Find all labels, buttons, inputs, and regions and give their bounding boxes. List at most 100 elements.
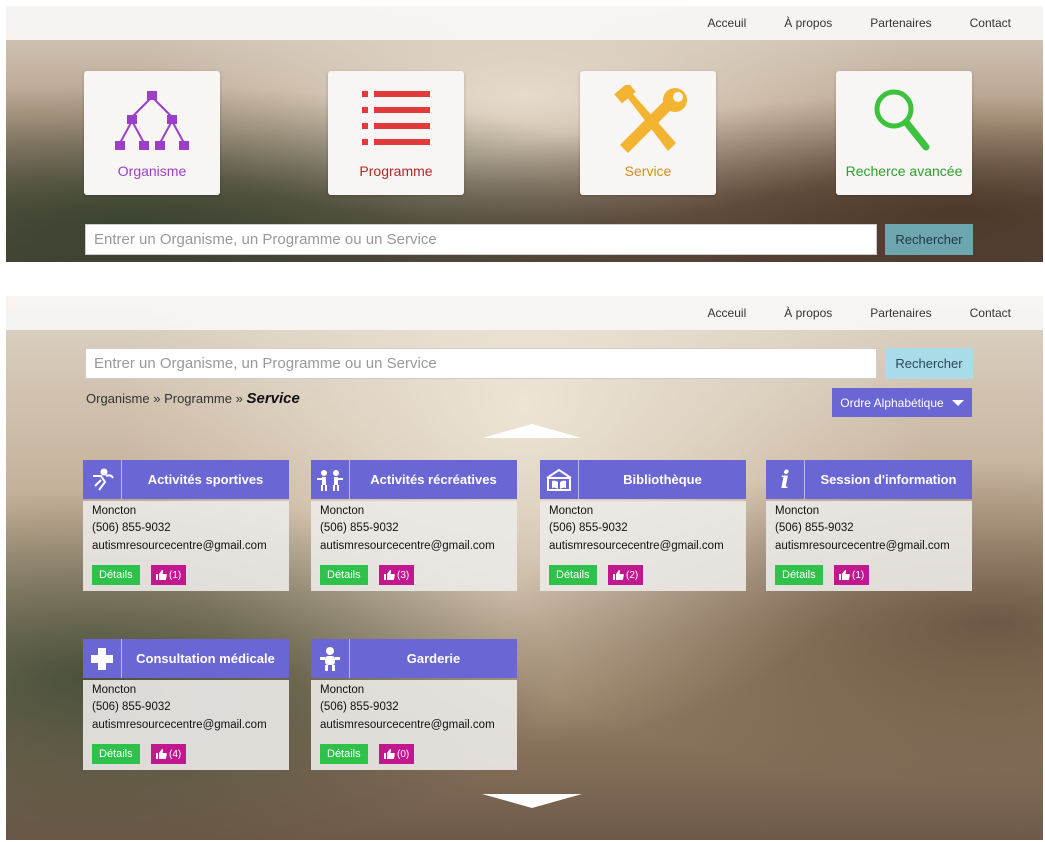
like-button[interactable]: (3) <box>379 565 415 585</box>
service-city: Moncton <box>320 684 365 696</box>
nav-a-propos[interactable]: À propos <box>784 306 832 320</box>
breadcrumb-current-service: Service <box>246 390 300 407</box>
results-search-input[interactable] <box>85 348 877 379</box>
service-email: autismresourcecentre@gmail.com <box>92 540 267 552</box>
service-title: Activités récréatives <box>370 472 497 487</box>
like-button[interactable]: (1) <box>151 565 187 585</box>
nav-contact[interactable]: Contact <box>970 306 1011 320</box>
caret-down-icon <box>951 399 964 406</box>
breadcrumb-separator: » <box>235 391 243 406</box>
nav-a-propos[interactable]: À propos <box>784 16 832 30</box>
home-search-input[interactable] <box>85 224 877 255</box>
service-phone: (506) 855-9032 <box>775 522 854 534</box>
service-city: Moncton <box>775 505 820 517</box>
service-city: Moncton <box>549 505 594 517</box>
category-programme-card[interactable]: Programme <box>328 71 464 195</box>
service-card-header[interactable]: Bibliothèque <box>540 460 746 499</box>
details-button[interactable]: Détails <box>320 565 368 585</box>
service-title: Bibliothèque <box>623 472 702 487</box>
details-button[interactable]: Détails <box>549 565 597 585</box>
baby-icon <box>311 639 350 678</box>
service-email: autismresourcecentre@gmail.com <box>320 540 495 552</box>
service-card: Consultation médicale Moncton (506) 855-… <box>83 639 289 770</box>
nav-partenaires[interactable]: Partenaires <box>870 306 931 320</box>
nav-partenaires[interactable]: Partenaires <box>870 16 931 30</box>
category-service-label: Service <box>624 163 672 179</box>
home-screen: Acceuil À propos Partenaires Contact Org… <box>6 6 1043 262</box>
like-button[interactable]: (2) <box>608 565 644 585</box>
service-phone: (506) 855-9032 <box>92 522 171 534</box>
service-card-body: Moncton (506) 855-9032 autismresourcecen… <box>83 501 289 591</box>
like-count: (3) <box>397 569 410 581</box>
category-organisme-label: Organisme <box>117 163 187 179</box>
medical-cross-icon <box>83 639 122 678</box>
results-screen: Acceuil À propos Partenaires Contact Rec… <box>6 296 1043 840</box>
service-city: Moncton <box>92 684 137 696</box>
magnifier-icon <box>874 89 930 151</box>
library-icon <box>540 460 579 499</box>
scroll-down-arrow-icon[interactable] <box>482 794 582 808</box>
details-button[interactable]: Détails <box>320 744 368 764</box>
details-button[interactable]: Détails <box>92 565 140 585</box>
service-phone: (506) 855-9032 <box>92 701 171 713</box>
service-title: Session d'information <box>820 472 957 487</box>
thumbs-up-icon <box>839 570 850 580</box>
category-organisme-card[interactable]: Organisme <box>84 71 220 195</box>
service-card: i Session d'information Moncton (506) 85… <box>766 460 972 591</box>
nav-acceuil[interactable]: Acceuil <box>708 306 747 320</box>
service-city: Moncton <box>320 505 365 517</box>
breadcrumb-programme[interactable]: Programme <box>164 391 232 406</box>
thumbs-up-icon <box>613 570 624 580</box>
service-phone: (506) 855-9032 <box>549 522 628 534</box>
tools-icon <box>614 85 687 153</box>
like-count: (1) <box>169 569 182 581</box>
service-card: Activités sportives Moncton (506) 855-90… <box>83 460 289 591</box>
thumbs-up-icon <box>156 749 167 759</box>
breadcrumb-organisme[interactable]: Organisme <box>86 391 150 406</box>
results-search-bar: Rechercher <box>85 348 973 381</box>
details-button[interactable]: Détails <box>92 744 140 764</box>
results-search-button[interactable]: Rechercher <box>885 348 973 379</box>
service-card: Activités récréatives Moncton (506) 855-… <box>311 460 517 591</box>
category-programme-label: Programme <box>359 163 433 179</box>
service-card-body: Moncton (506) 855-9032 autismresourcecen… <box>311 501 517 591</box>
like-button[interactable]: (1) <box>834 565 870 585</box>
top-navigation: Acceuil À propos Partenaires Contact <box>6 6 1043 40</box>
service-card-header[interactable]: i Session d'information <box>766 460 972 499</box>
nav-contact[interactable]: Contact <box>970 16 1011 30</box>
like-button[interactable]: (4) <box>151 744 187 764</box>
like-button[interactable]: (0) <box>379 744 415 764</box>
list-icon <box>362 91 430 145</box>
service-title: Garderie <box>406 651 461 666</box>
thumbs-up-icon <box>384 570 395 580</box>
thumbs-up-icon <box>156 570 167 580</box>
like-count: (0) <box>397 748 410 760</box>
sort-dropdown[interactable]: Ordre Alphabétique <box>832 388 972 417</box>
like-count: (2) <box>626 569 639 581</box>
like-count: (4) <box>169 748 182 760</box>
nav-acceuil[interactable]: Acceuil <box>708 16 747 30</box>
service-card-header[interactable]: Activités sportives <box>83 460 289 499</box>
category-recherche-card[interactable]: Recherce avancée <box>836 71 972 195</box>
service-title: Consultation médicale <box>136 651 275 666</box>
top-navigation: Acceuil À propos Partenaires Contact <box>6 296 1043 330</box>
home-search-button[interactable]: Rechercher <box>885 224 973 255</box>
sort-dropdown-label: Ordre Alphabétique <box>840 395 944 410</box>
service-card: Garderie Moncton (506) 855-9032 autismre… <box>311 639 517 770</box>
service-card-header[interactable]: Garderie <box>311 639 517 678</box>
category-service-card[interactable]: Service <box>580 71 716 195</box>
org-chart-icon <box>115 91 189 150</box>
breadcrumb: Organisme » Programme » Service <box>86 390 300 407</box>
service-card-body: Moncton (506) 855-9032 autismresourcecen… <box>311 680 517 770</box>
service-title: Activités sportives <box>147 472 264 487</box>
breadcrumb-separator: » <box>153 391 161 406</box>
service-card-body: Moncton (506) 855-9032 autismresourcecen… <box>766 501 972 591</box>
service-card-header[interactable]: Consultation médicale <box>83 639 289 678</box>
service-card-header[interactable]: Activités récréatives <box>311 460 517 499</box>
scroll-up-arrow-icon[interactable] <box>482 424 582 438</box>
service-email: autismresourcecentre@gmail.com <box>549 540 724 552</box>
service-email: autismresourcecentre@gmail.com <box>320 719 495 731</box>
service-email: autismresourcecentre@gmail.com <box>92 719 267 731</box>
service-city: Moncton <box>92 505 137 517</box>
details-button[interactable]: Détails <box>775 565 823 585</box>
